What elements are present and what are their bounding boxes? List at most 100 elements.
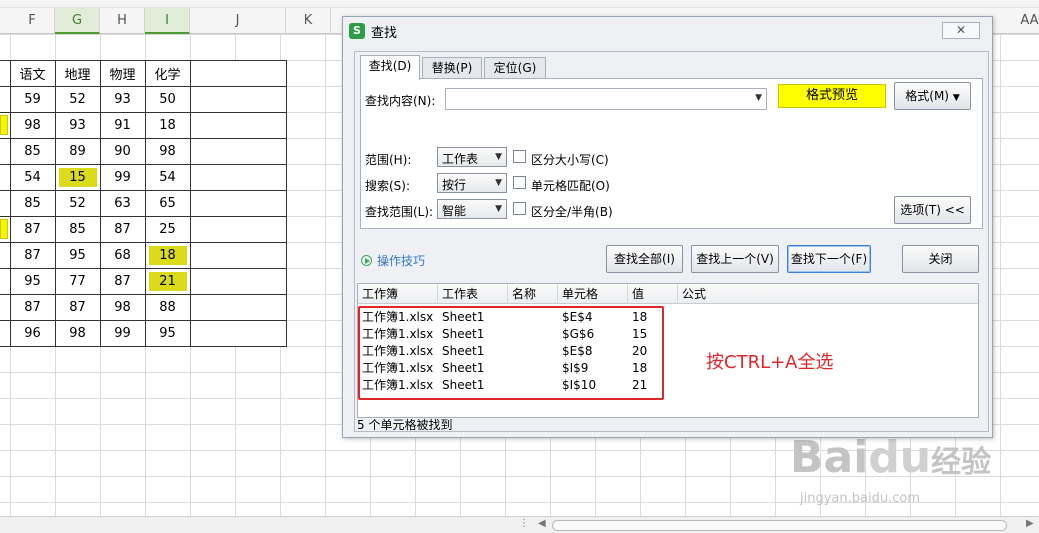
dialog-titlebar[interactable]: S 查找 ✕ [343,17,992,44]
column-header-h[interactable]: H [100,8,145,34]
data-cell[interactable]: 25 [144,216,191,243]
data-cell[interactable]: 87 [9,294,56,321]
cut-cell[interactable] [0,320,11,347]
data-cell[interactable]: 99 [99,164,146,191]
data-cell[interactable]: 21 [144,268,191,295]
close-icon[interactable]: ✕ [942,22,980,39]
data-cell[interactable]: 77 [54,268,101,295]
lookin-select[interactable]: 智能 ▼ [437,199,507,219]
data-cell[interactable]: 68 [99,242,146,269]
cut-cell[interactable] [0,294,11,321]
data-cell[interactable]: 88 [144,294,191,321]
scroll-left-icon[interactable]: ◀ [538,518,546,529]
empty-cell[interactable] [189,86,287,113]
data-cell[interactable]: 95 [9,268,56,295]
data-cell[interactable]: 95 [54,242,101,269]
data-cell[interactable]: 89 [54,138,101,165]
col-sheet[interactable]: 工作表 [438,284,508,304]
match-case-checkbox[interactable] [513,150,526,163]
data-cell[interactable]: 87 [54,294,101,321]
column-header-i[interactable]: I [145,8,190,34]
data-cell[interactable]: 85 [9,190,56,217]
data-cell[interactable]: 54 [9,164,56,191]
data-cell[interactable]: 63 [99,190,146,217]
data-cell[interactable]: 15 [54,164,101,191]
data-cell[interactable]: 65 [144,190,191,217]
data-cell[interactable]: 96 [9,320,56,347]
column-header-j[interactable]: J [190,8,286,34]
data-cell[interactable]: 18 [144,242,191,269]
header-cell[interactable]: 物理 [99,60,146,87]
search-order-select[interactable]: 按行 ▼ [437,173,507,193]
data-cell[interactable]: 98 [9,112,56,139]
header-cell[interactable]: 地理 [54,60,101,87]
scope-select[interactable]: 工作表 ▼ [437,147,507,167]
data-cell[interactable]: 99 [99,320,146,347]
header-cell[interactable]: 语文 [9,60,56,87]
data-cell[interactable]: 52 [54,86,101,113]
data-cell[interactable]: 52 [54,190,101,217]
match-cell-checkbox[interactable] [513,176,526,189]
data-cell[interactable]: 85 [9,138,56,165]
data-cell[interactable]: 59 [9,86,56,113]
tab-replace[interactable]: 替换(P) [422,57,482,79]
data-cell[interactable]: 98 [99,294,146,321]
data-cell[interactable]: 50 [144,86,191,113]
data-cell[interactable]: 85 [54,216,101,243]
format-button[interactable]: 格式(M) ▼ [894,82,971,110]
data-cell[interactable]: 95 [144,320,191,347]
options-button[interactable]: 选项(T) << [894,196,971,224]
find-all-button[interactable]: 查找全部(I) [606,245,683,273]
empty-cell[interactable] [189,268,287,295]
scroll-thumb[interactable] [552,520,1007,531]
data-cell[interactable]: 54 [144,164,191,191]
data-cell[interactable]: 93 [99,86,146,113]
find-content-input[interactable]: ▼ [445,88,767,110]
data-cell[interactable]: 98 [54,320,101,347]
col-name[interactable]: 名称 [508,284,558,304]
data-cell[interactable]: 87 [99,216,146,243]
column-header-k[interactable]: K [286,8,331,34]
col-cell[interactable]: 单元格 [558,284,628,304]
cut-cell[interactable] [0,268,11,295]
cut-cell[interactable] [0,190,11,217]
data-cell[interactable]: 90 [99,138,146,165]
find-next-button[interactable]: 查找下一个(F) [787,245,871,273]
cut-cell[interactable] [0,138,11,165]
data-cell[interactable]: 87 [9,242,56,269]
cut-cell[interactable] [0,242,11,269]
cut-cell[interactable] [0,60,11,87]
empty-cell[interactable] [189,294,287,321]
find-previous-button[interactable]: 查找上一个(V) [691,245,779,273]
tab-goto[interactable]: 定位(G) [484,57,546,79]
results-list[interactable]: 工作簿 工作表 名称 单元格 值 公式 工作簿1.xlsx Sheet1 $E$4 1… [357,283,979,418]
empty-cell[interactable] [189,112,287,139]
column-header-g[interactable]: G [55,8,100,34]
scroll-right-icon[interactable]: ▶ [1026,518,1034,529]
close-button[interactable]: 关闭 [902,245,979,273]
horizontal-scrollbar[interactable]: ⋮ ◀ ▶ [0,516,1039,533]
data-cell[interactable]: 91 [99,112,146,139]
tips-link[interactable]: 操作技巧 [361,252,425,269]
empty-cell[interactable] [189,190,287,217]
tab-find[interactable]: 查找(D) [360,55,420,80]
data-cell[interactable]: 98 [144,138,191,165]
data-cell[interactable]: 87 [9,216,56,243]
chevron-down-icon[interactable]: ▼ [755,93,762,103]
col-formula[interactable]: 公式 [678,284,978,304]
data-cell[interactable]: 18 [144,112,191,139]
header-cell[interactable]: 化学 [144,60,191,87]
data-cell[interactable]: 93 [54,112,101,139]
empty-cell[interactable] [189,138,287,165]
cut-cell[interactable] [0,164,11,191]
empty-cell[interactable] [189,164,287,191]
cut-cell[interactable] [0,86,11,113]
empty-cell[interactable] [189,320,287,347]
column-header-f[interactable]: F [10,8,55,34]
col-value[interactable]: 值 [628,284,678,304]
match-width-checkbox[interactable] [513,202,526,215]
col-workbook[interactable]: 工作簿 [358,284,438,304]
empty-cell[interactable] [189,242,287,269]
empty-cell[interactable] [189,60,287,87]
empty-cell[interactable] [189,216,287,243]
